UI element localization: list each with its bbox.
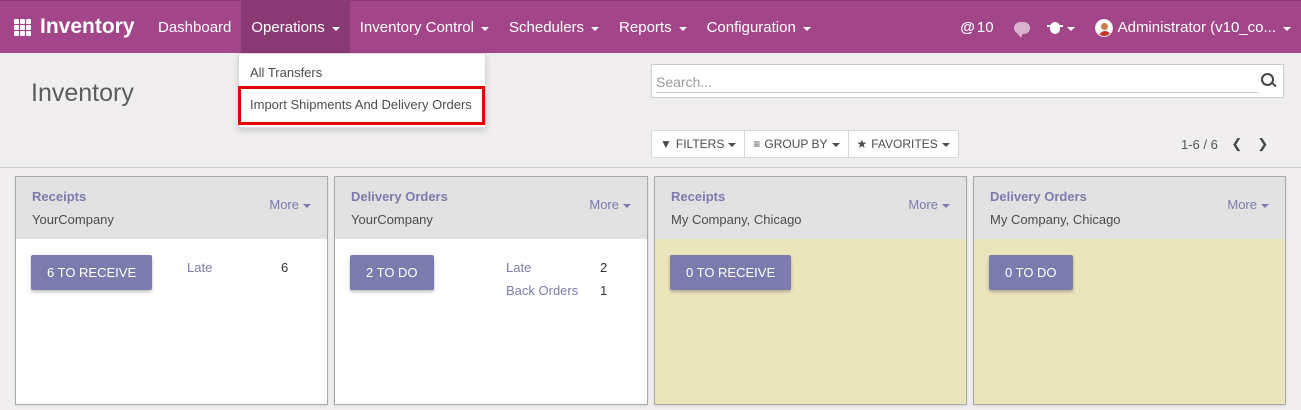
card-header: Delivery Orders YourCompany More <box>335 177 647 239</box>
favorites-button[interactable]: ★ FAVORITES <box>849 131 958 157</box>
chevron-down-icon <box>481 26 489 31</box>
menu-operations[interactable]: Operations <box>241 1 350 54</box>
more-button[interactable]: More <box>908 197 950 212</box>
search-input[interactable] <box>656 71 1258 93</box>
chevron-down-icon <box>1261 203 1269 208</box>
kanban-view: Receipts YourCompany More 6 TO RECEIVE L… <box>0 168 1301 410</box>
chevron-right-icon: ❯ <box>1257 136 1269 151</box>
app-brand: Inventory <box>40 15 135 38</box>
picking-type-card: Receipts YourCompany More 6 TO RECEIVE L… <box>15 176 328 405</box>
chevron-down-icon <box>1283 26 1291 31</box>
card-title[interactable]: Delivery Orders <box>990 189 1087 204</box>
mentions-count: 10 <box>976 19 994 36</box>
operations-dropdown: All Transfers Import Shipments And Deliv… <box>238 53 486 128</box>
card-header: Receipts My Company, Chicago More <box>655 177 966 239</box>
card-title[interactable]: Delivery Orders <box>351 189 448 204</box>
card-subtitle: YourCompany <box>32 212 114 227</box>
apps-grid-icon[interactable] <box>14 19 31 36</box>
user-name: Administrator (v10_co... <box>1117 19 1276 36</box>
filters-button[interactable]: ▼ FILTERS <box>652 131 746 157</box>
group-by-button[interactable]: ≡ GROUP BY <box>745 131 849 157</box>
more-button[interactable]: More <box>1227 197 1269 212</box>
chevron-down-icon <box>831 143 840 147</box>
picking-type-card: Delivery Orders YourCompany More 2 TO DO… <box>334 176 648 405</box>
chevron-down-icon <box>623 203 631 208</box>
menu-schedulers[interactable]: Schedulers <box>499 1 609 54</box>
bug-icon <box>1046 21 1063 34</box>
late-count: 2 <box>600 260 608 275</box>
pager: 1-6 / 6 ❮ ❯ <box>1181 133 1276 155</box>
messaging-button[interactable] <box>1004 1 1040 54</box>
search-box <box>651 64 1284 98</box>
menu-item-import-shipments[interactable]: Import Shipments And Delivery Orders <box>250 97 472 112</box>
menu-configuration[interactable]: Configuration <box>697 1 821 54</box>
user-menu[interactable]: Administrator (v10_co... <box>1085 1 1301 54</box>
pager-next-button[interactable]: ❯ <box>1250 133 1276 155</box>
card-subtitle: My Company, Chicago <box>671 212 802 227</box>
to-do-button[interactable]: 0 TO DO <box>989 255 1073 290</box>
to-do-button[interactable]: 2 TO DO <box>350 255 434 290</box>
chevron-left-icon: ❮ <box>1231 136 1243 151</box>
menu-inventory-control[interactable]: Inventory Control <box>350 1 499 54</box>
main-menu: Dashboard Operations Inventory Control S… <box>148 1 821 54</box>
search-icon[interactable] <box>1261 73 1275 87</box>
chevron-down-icon <box>331 26 340 31</box>
menu-dashboard[interactable]: Dashboard <box>148 1 241 54</box>
top-navbar: Inventory Dashboard Operations Inventory… <box>0 0 1301 54</box>
picking-type-card: Delivery Orders My Company, Chicago More… <box>973 176 1286 405</box>
at-sign-icon: @ <box>960 19 975 36</box>
chevron-down-icon <box>591 26 600 31</box>
chevron-down-icon <box>1066 26 1075 31</box>
chevron-down-icon <box>303 203 311 208</box>
list-icon: ≡ <box>753 137 761 151</box>
card-subtitle: My Company, Chicago <box>990 212 1121 227</box>
back-orders-link[interactable]: Back Orders <box>506 283 578 298</box>
navbar-systray: @ 10 Administrator (v10_co... <box>950 1 1301 54</box>
back-orders-count: 1 <box>600 283 608 298</box>
chevron-down-icon <box>678 26 687 31</box>
search-options: ▼ FILTERS ≡ GROUP BY ★ FAVORITES <box>651 130 959 158</box>
more-button[interactable]: More <box>269 197 311 212</box>
avatar <box>1094 18 1113 37</box>
mentions-button[interactable]: @ 10 <box>950 1 1003 54</box>
menu-reports[interactable]: Reports <box>609 1 697 54</box>
card-subtitle: YourCompany <box>351 212 433 227</box>
chevron-down-icon <box>802 26 811 31</box>
menu-item-all-transfers[interactable]: All Transfers <box>250 65 322 80</box>
picking-type-card: Receipts My Company, Chicago More 0 TO R… <box>654 176 967 405</box>
to-receive-button[interactable]: 0 TO RECEIVE <box>670 255 792 290</box>
to-receive-button[interactable]: 6 TO RECEIVE <box>31 255 153 290</box>
chevron-down-icon <box>941 143 950 147</box>
card-title[interactable]: Receipts <box>671 189 725 204</box>
card-header: Delivery Orders My Company, Chicago More <box>974 177 1285 239</box>
page-title: Inventory <box>31 79 134 107</box>
late-count: 6 <box>281 260 289 275</box>
pager-value[interactable]: 1-6 / 6 <box>1181 137 1218 152</box>
more-button[interactable]: More <box>589 197 631 212</box>
control-panel: Inventory ▼ FILTERS ≡ GROUP BY ★ FAVORIT… <box>0 53 1301 168</box>
chat-bubbles-icon <box>1013 21 1030 38</box>
late-link[interactable]: Late <box>187 260 212 275</box>
chevron-down-icon <box>942 203 950 208</box>
late-link[interactable]: Late <box>506 260 531 275</box>
star-icon: ★ <box>856 137 868 151</box>
card-title[interactable]: Receipts <box>32 189 86 204</box>
pager-previous-button[interactable]: ❮ <box>1224 133 1250 155</box>
chevron-down-icon <box>728 143 737 147</box>
debug-menu-button[interactable] <box>1040 1 1085 54</box>
filter-icon: ▼ <box>660 137 672 151</box>
card-header: Receipts YourCompany More <box>16 177 327 239</box>
